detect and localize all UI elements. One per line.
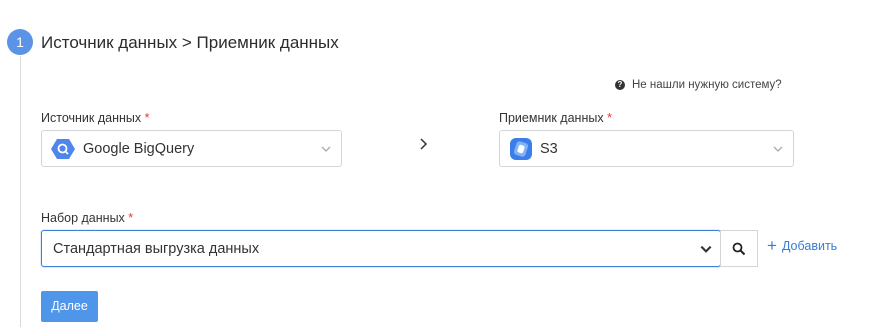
chevron-down-icon — [700, 245, 712, 253]
destination-label-text: Приемник данных — [499, 111, 604, 125]
source-label-text: Источник данных — [41, 111, 142, 125]
source-select[interactable]: Google BigQuery — [41, 130, 342, 167]
source-label: Источник данных * — [41, 111, 149, 125]
chevron-down-icon — [321, 146, 331, 152]
destination-select[interactable]: S3 — [499, 130, 794, 167]
destination-label: Приемник данных * — [499, 111, 612, 125]
dataset-label: Набор данных * — [41, 211, 133, 225]
help-link-text: Не нашли нужную систему? — [632, 79, 782, 91]
dataset-value: Стандартная выгрузка данных — [53, 240, 260, 257]
chevron-down-icon — [773, 146, 783, 152]
source-value: Google BigQuery — [83, 140, 195, 157]
required-mark: * — [144, 111, 150, 125]
help-link[interactable]: ? Не нашли нужную систему? — [615, 79, 782, 91]
dataset-select[interactable]: Стандартная выгрузка данных — [41, 230, 721, 267]
required-mark: * — [128, 211, 134, 225]
destination-value: S3 — [540, 140, 558, 157]
chevron-right-icon — [420, 138, 428, 150]
required-mark: * — [607, 111, 612, 125]
search-button[interactable] — [720, 230, 758, 267]
step-number-badge: 1 — [7, 29, 33, 55]
add-link-text: Добавить — [781, 239, 838, 253]
step-title: Источник данных > Приемник данных — [41, 33, 339, 52]
google-bigquery-icon — [51, 138, 75, 159]
question-icon: ? — [615, 80, 625, 90]
plus-icon: + — [767, 236, 777, 255]
s3-icon — [510, 137, 532, 160]
dataset-label-text: Набор данных — [41, 211, 125, 225]
search-icon — [732, 242, 746, 255]
next-button[interactable]: Далее — [41, 291, 98, 322]
step-connector-line — [20, 56, 21, 327]
add-dataset-link[interactable]: + Добавить — [767, 236, 838, 255]
